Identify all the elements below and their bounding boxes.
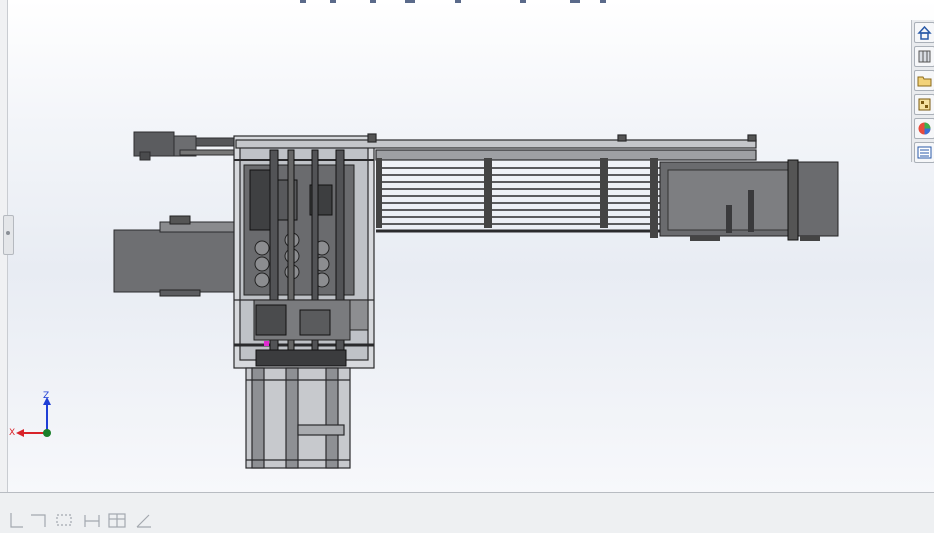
appearances-icon[interactable] bbox=[914, 118, 934, 139]
heads-up-toolbar[interactable] bbox=[300, 0, 606, 3]
conveyor-rods bbox=[376, 167, 660, 233]
view-palette-icon[interactable] bbox=[914, 94, 934, 115]
sketch-tools bbox=[10, 513, 151, 528]
custom-properties-icon[interactable] bbox=[914, 142, 934, 163]
smart-dimension-icon[interactable] bbox=[84, 515, 100, 527]
sketch-line-icon[interactable] bbox=[10, 513, 23, 528]
view-triad bbox=[16, 397, 51, 437]
stacker-mechanism bbox=[243, 149, 369, 367]
sketch-rectangle-icon[interactable] bbox=[31, 514, 46, 527]
discharge-box bbox=[659, 159, 839, 241]
3d-parts-library-icon[interactable] bbox=[914, 46, 934, 67]
infeed-box bbox=[113, 215, 237, 297]
graphics-area[interactable]: Z X bbox=[0, 0, 934, 492]
angle-icon[interactable] bbox=[136, 514, 151, 528]
support-legs bbox=[245, 367, 351, 469]
drive-motor bbox=[133, 131, 239, 161]
rod-clamps bbox=[376, 158, 658, 238]
task-pane bbox=[911, 20, 934, 163]
status-bar bbox=[0, 492, 934, 533]
smart-dimension-icon[interactable] bbox=[56, 514, 72, 526]
home-icon[interactable] bbox=[914, 22, 934, 43]
assembly-model[interactable] bbox=[0, 0, 934, 492]
file-explorer-icon[interactable] bbox=[914, 70, 934, 91]
triad-x-label: X bbox=[9, 428, 16, 438]
triad-z-label: Z bbox=[43, 391, 50, 401]
